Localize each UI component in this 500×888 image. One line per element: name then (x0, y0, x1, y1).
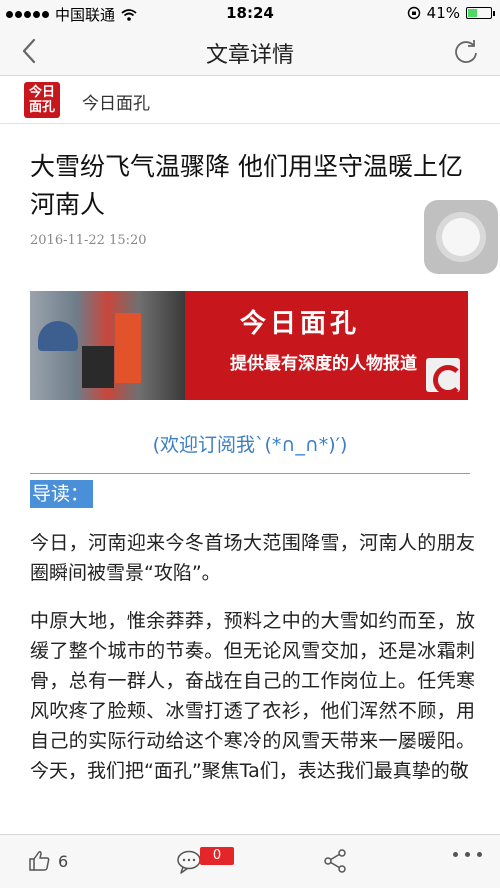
page-title: 文章详情 (205, 43, 294, 68)
banner-title: 今日面孔 (240, 309, 361, 339)
article-date: 2016-11-22 15:20 (30, 233, 147, 248)
thumbs-up-icon (29, 851, 50, 871)
share-button[interactable] (322, 848, 348, 874)
article-title: 大雪纷飞气温骤降 他们用坚守温暖上亿河南人 (30, 152, 463, 219)
assistive-touch-icon[interactable] (424, 200, 498, 274)
paragraph-1: 今日，河南迎来今冬首场大范围降雪，河南人的朋友圈瞬间被雪景“攻陷”。 (30, 532, 475, 584)
logo-line2: 面孔 (28, 100, 55, 115)
share-icon (324, 849, 346, 873)
banner-photo-person (82, 346, 114, 388)
account-row[interactable]: 今日 面孔 今日面孔 (0, 76, 500, 124)
refresh-icon (455, 40, 477, 63)
subscribe-link[interactable]: (欢迎订阅我`(*∩_∩*)′) (0, 430, 500, 457)
divider (30, 473, 470, 474)
like-count: 6 (58, 851, 69, 871)
status-right: 41% (407, 4, 495, 22)
logo-line1: 今日 (28, 85, 55, 100)
banner-subtitle: 提供最有深度的人物报道 (230, 354, 417, 374)
banner-logo-icon (426, 358, 463, 395)
more-icon[interactable] (453, 852, 482, 857)
battery-level (468, 9, 478, 17)
refresh-button[interactable] (452, 37, 480, 65)
account-logo: 今日 面孔 (24, 82, 60, 118)
banner-photo-collage (30, 291, 185, 400)
banner-photo-worker (115, 313, 141, 383)
comment-count-badge: 0 (200, 847, 234, 865)
nav-bar: 文章详情 (0, 26, 500, 76)
lock-rotation-icon (407, 6, 420, 20)
battery-percent: 41% (426, 4, 460, 22)
battery-icon (466, 7, 495, 19)
status-bar: 中国联通 18:24 41% (0, 0, 500, 26)
like-button[interactable]: 6 (28, 849, 68, 873)
account-name: 今日面孔 (82, 94, 150, 114)
paragraph-2: 中原大地，惟余莽莽，预料之中的大雪如约而至，放缓了整个城市的节奏。但无论风雪交加… (30, 610, 475, 782)
banner-photo-umbrella (38, 321, 78, 351)
lead-label: 导读： (30, 480, 94, 508)
article-banner: 今日面孔 提供最有深度的人物报道 (30, 291, 468, 400)
bottom-toolbar: 6 0 (0, 834, 500, 888)
